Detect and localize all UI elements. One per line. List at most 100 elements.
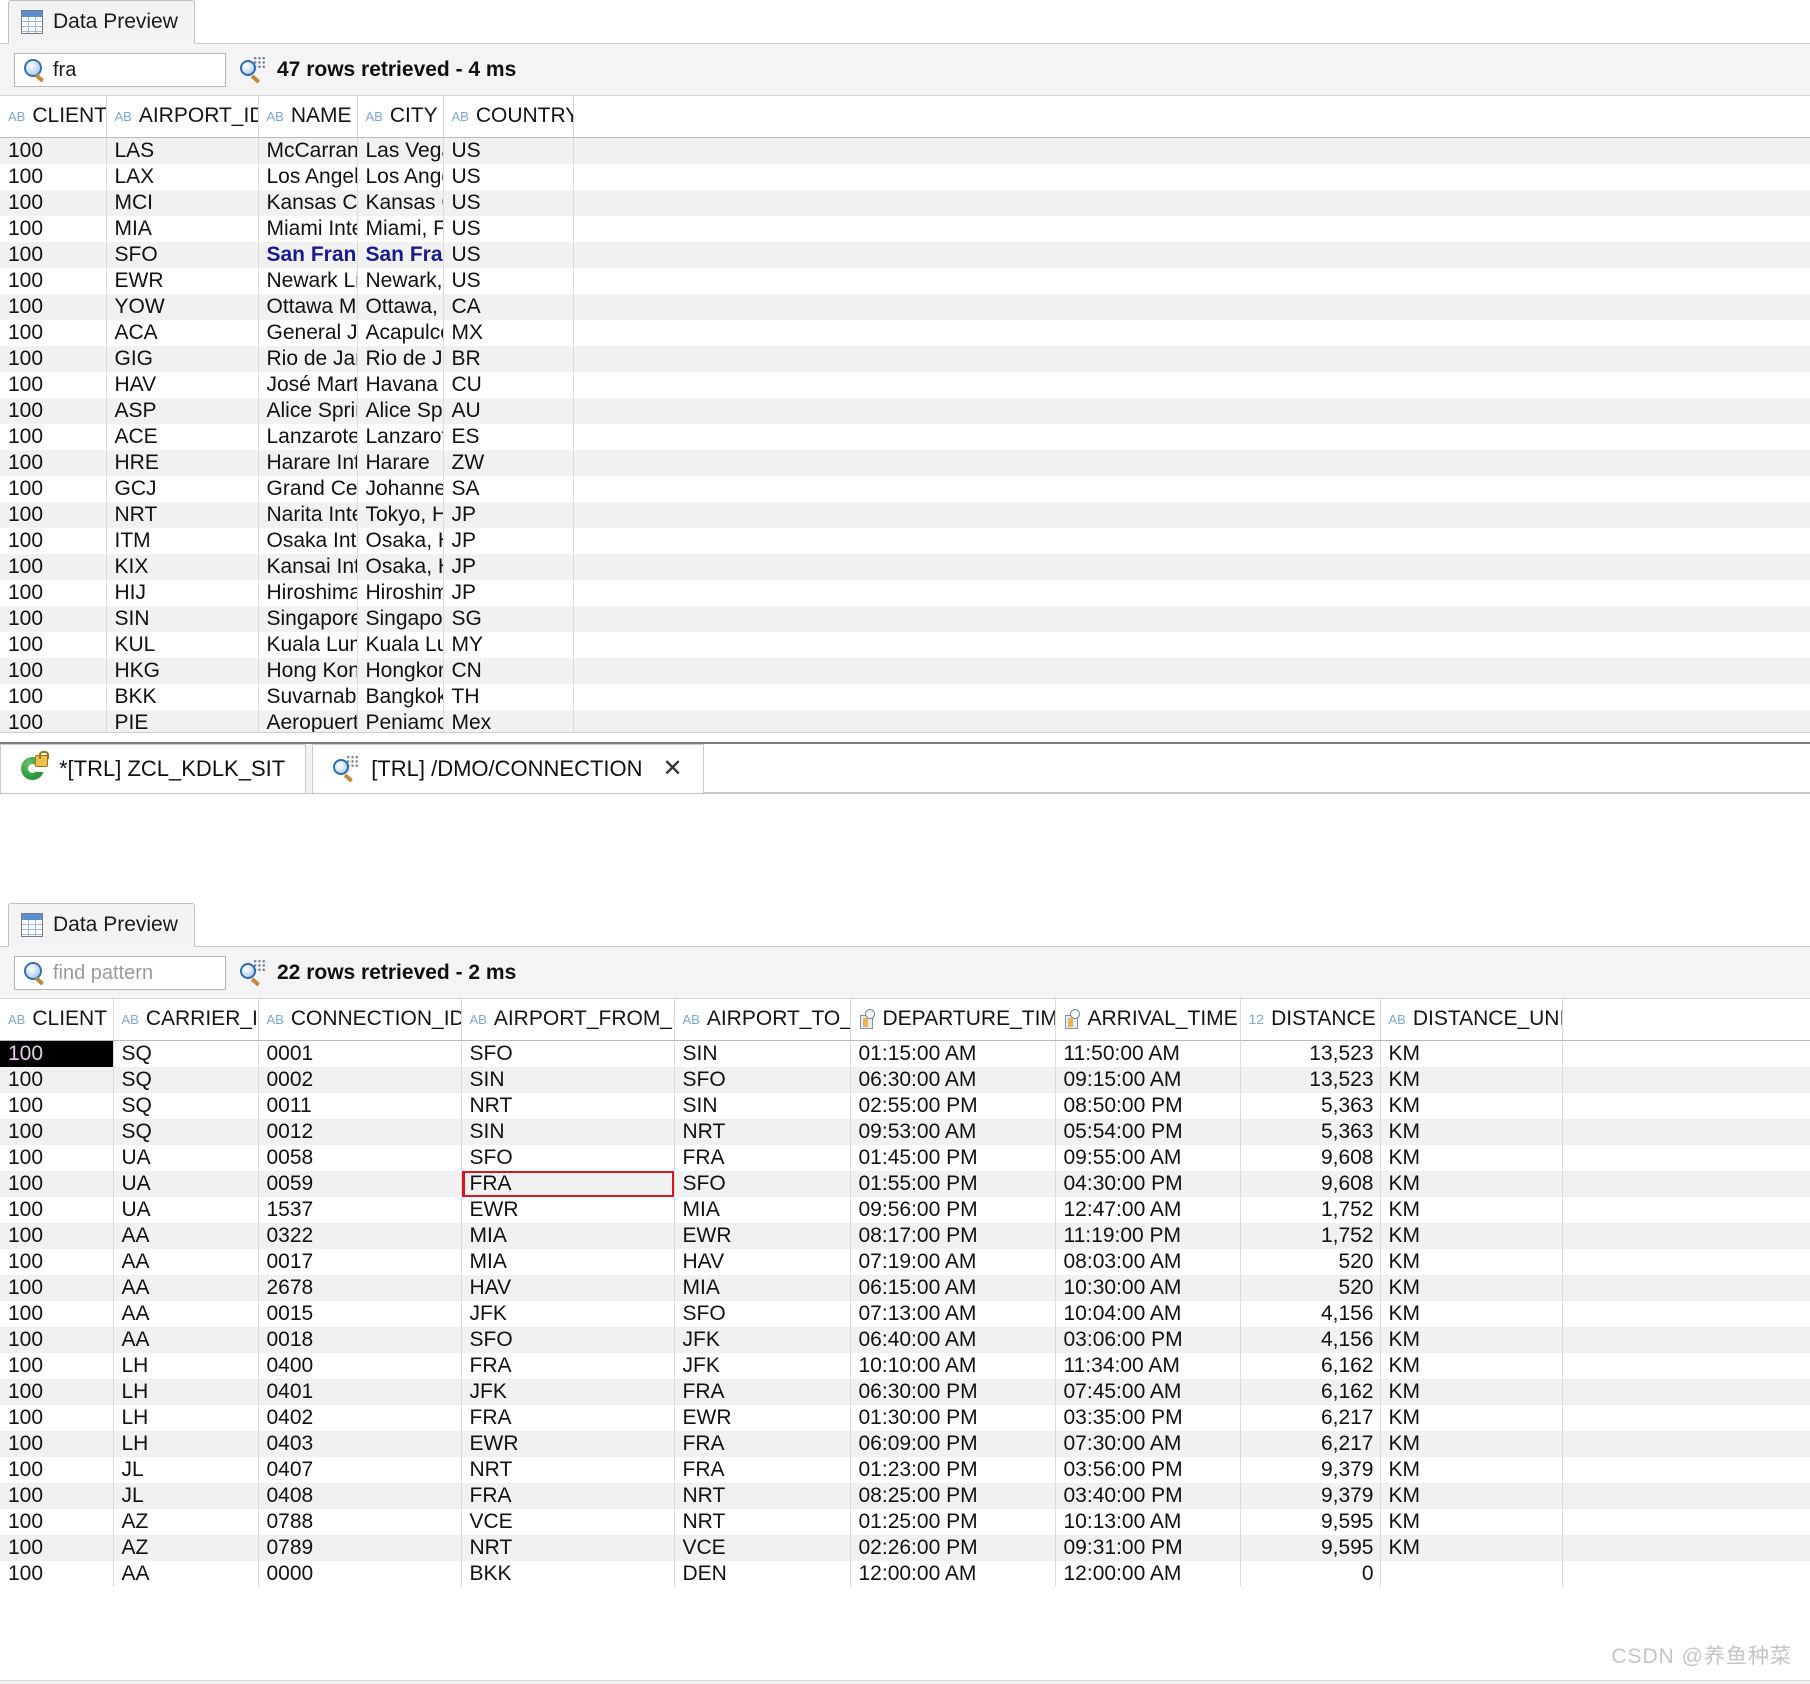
lower-results-grid[interactable]: AB CLIENT AB CARRIER_ID AB CONNECTION_ID AB AIR… [0,999,1810,1587]
cell[interactable]: 09:15:00 AM [1055,1066,1241,1093]
cell[interactable]: 0018 [258,1326,462,1353]
cell[interactable]: JFK [461,1378,675,1405]
table-row[interactable]: 100GCJGrand CenJohanneSA [0,475,1810,502]
cell[interactable]: DEN [674,1560,851,1587]
cell[interactable]: 09:55:00 AM [1055,1144,1241,1171]
cell[interactable]: 13,523 [1240,1040,1381,1067]
table-row[interactable]: 100 JL 0408 FRA NRT 08:25:00 PM 03:40:00 PM 9,3… [0,1482,1810,1509]
search-input-upper[interactable]: fra [14,52,226,87]
cell[interactable]: 1,752 [1240,1196,1381,1223]
cell[interactable]: SIN [461,1066,675,1093]
cell[interactable]: SQ [113,1066,259,1093]
table-row[interactable]: 100 MIA Miami Inte Miami, F US [0,215,1810,242]
table-row[interactable]: 100 UA 1537 EWR MIA 09:56:00 PM 12:47:00 AM 1,7… [0,1196,1810,1223]
table-row[interactable]: 100 SQ 0001 SFO SIN 01:15:00 AM 11:50:00 AM 13,… [0,1040,1810,1067]
cell[interactable]: JP [443,527,574,554]
cell[interactable]: SQ [113,1118,259,1145]
cell[interactable]: Las Vega [357,137,444,164]
table-row[interactable]: 100 EWR Newark Li Newark, US [0,267,1810,294]
cell[interactable]: 4,156 [1240,1326,1381,1353]
cell[interactable]: Osaka Inte [258,527,358,554]
cell[interactable]: 10:10:00 AM [850,1352,1056,1379]
cell[interactable]: McCarran [258,137,358,164]
cell[interactable]: AA [113,1560,259,1587]
table-row[interactable]: 100SFOSan FrancSan FranUS [0,241,1810,268]
cell[interactable]: General Ju [258,319,358,346]
table-row[interactable]: 100 HIJ Hiroshima Hiroshim JP [0,579,1810,606]
cell[interactable]: JFK [461,1300,675,1327]
column-header-distance-unit[interactable]: AB DISTANCE_UNIT [1380,999,1563,1041]
cell[interactable]: Alice Spr [357,397,444,424]
cell[interactable]: UA [113,1170,259,1197]
cell[interactable]: EWR [674,1404,851,1431]
cell[interactable]: 01:23:00 PM [850,1456,1056,1483]
cell[interactable]: HIJ [106,579,259,606]
cell[interactable]: FRA [461,1404,675,1431]
cell[interactable]: Osaka, H [357,527,444,554]
table-row[interactable]: 100 HRE Harare Int Harare ZW [0,449,1810,476]
table-row[interactable]: 100 AA 0000 BKK DEN 12:00:00 AM 12:00:00 AM 0 [0,1560,1810,1587]
cell[interactable]: Hong Kon [258,657,358,684]
cell[interactable]: KUL [106,631,259,658]
cell[interactable]: NRT [461,1456,675,1483]
cell[interactable]: JP [443,553,574,580]
cell[interactable]: 100 [0,683,107,710]
cell[interactable]: 0401 [258,1378,462,1405]
cell[interactable]: Osaka, H [357,553,444,580]
cell[interactable]: SQ [113,1092,259,1119]
cell[interactable]: 6,162 [1240,1352,1381,1379]
cell[interactable]: 6,162 [1240,1378,1381,1405]
cell[interactable]: AA [113,1274,259,1301]
cell[interactable]: SFO [461,1326,675,1353]
cell[interactable]: SQ [113,1040,259,1067]
cell[interactable]: Hongkon [357,657,444,684]
table-row[interactable]: 100ITMOsaka InteOsaka, HJP [0,527,1810,554]
cell[interactable]: LH [113,1378,259,1405]
cell[interactable]: FRA [674,1378,851,1405]
cell[interactable]: LAX [106,163,259,190]
cell[interactable]: KM [1380,1482,1563,1509]
cell[interactable]: Grand Cen [258,475,358,502]
cell[interactable]: KM [1380,1092,1563,1119]
column-header-country[interactable]: AB COUNTRY [443,96,574,138]
column-header-city[interactable]: AB CITY [357,96,444,138]
cell[interactable]: 0001 [258,1040,462,1067]
cell[interactable]: KM [1380,1378,1563,1405]
column-header-airport-to-id[interactable]: AB AIRPORT_TO_ID [674,999,851,1041]
cell[interactable]: AA [113,1248,259,1275]
cell[interactable]: Hiroshima [258,579,358,606]
table-row[interactable]: 100ACAGeneral JuAcapulcoMX [0,319,1810,346]
table-row[interactable]: 100 JL 0407 NRT FRA 01:23:00 PM 03:56:00 PM 9,3… [0,1456,1810,1483]
cell[interactable]: 0058 [258,1144,462,1171]
cell[interactable]: Singapore [258,605,358,632]
cell[interactable]: MIA [674,1196,851,1223]
cell[interactable]: SIN [461,1118,675,1145]
cell[interactable]: Miami, F [357,215,444,242]
cell[interactable]: 100 [0,579,107,606]
cell[interactable]: 100 [0,1560,114,1587]
cell[interactable]: 100 [0,137,107,164]
cell[interactable]: Newark, [357,267,444,294]
cell[interactable]: 06:15:00 AM [850,1274,1056,1301]
cell[interactable]: Havana [357,371,444,398]
close-icon[interactable]: ✕ [663,757,683,781]
table-row[interactable]: 100 AA 0018 SFO JFK 06:40:00 AM 03:06:00 PM 4,1… [0,1326,1810,1353]
table-row[interactable]: 100 AA 2678 HAV MIA 06:15:00 AM 10:30:00 AM 520… [0,1274,1810,1301]
cell[interactable]: 06:30:00 AM [850,1066,1056,1093]
cell[interactable]: 09:56:00 PM [850,1196,1056,1223]
cell[interactable]: AA [113,1326,259,1353]
upper-results-grid[interactable]: AB CLIENT AB AIRPORT_ID AB NAME AB CITY AB CO… [0,96,1810,736]
cell[interactable]: 0 [1240,1560,1381,1587]
table-row[interactable]: 100 LH 0403 EWR FRA 06:09:00 PM 07:30:00 AM 6,2… [0,1430,1810,1457]
cell[interactable]: NRT [674,1118,851,1145]
cell[interactable]: SFO [674,1170,851,1197]
cell[interactable]: 100 [0,1118,114,1145]
cell[interactable]: 100 [0,293,107,320]
cell[interactable]: 100 [0,1430,114,1457]
cell[interactable]: 4,156 [1240,1300,1381,1327]
panel-splitter[interactable] [0,732,1810,742]
cell[interactable]: KIX [106,553,259,580]
cell[interactable]: 9,595 [1240,1508,1381,1535]
cell[interactable]: EWR [674,1222,851,1249]
cell[interactable]: KM [1380,1118,1563,1145]
